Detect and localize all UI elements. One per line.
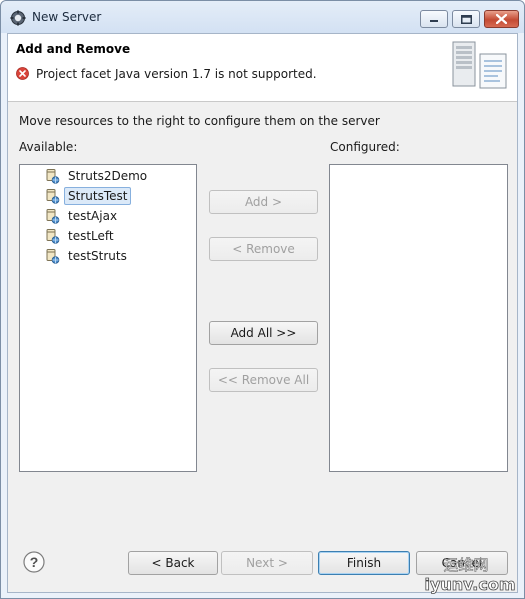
web-project-icon (44, 208, 60, 224)
web-project-icon (44, 188, 60, 204)
add-all-button[interactable]: Add All >> (209, 321, 318, 345)
finish-button[interactable]: Finish (318, 551, 410, 575)
web-project-icon (44, 168, 60, 184)
available-list[interactable]: Struts2Demo StrutsTest testAjax testLeft… (19, 164, 197, 472)
wizard-header: Add and Remove Project facet Java versio… (8, 34, 517, 102)
minimize-icon (429, 15, 439, 23)
project-label: StrutsTest (64, 187, 132, 205)
gear-icon (10, 10, 26, 26)
server-wizard-icon (451, 40, 509, 94)
project-label: testStruts (68, 249, 127, 263)
web-project-icon (44, 248, 60, 264)
error-icon (16, 67, 29, 80)
list-item[interactable]: StrutsTest (44, 187, 132, 205)
title-bar[interactable]: New Server (1, 1, 524, 33)
remove-all-button[interactable]: << Remove All (209, 368, 318, 392)
project-label: testAjax (68, 209, 118, 223)
site-watermark: 运维网 iyunv.com (424, 556, 516, 595)
back-button[interactable]: < Back (128, 551, 218, 575)
next-button[interactable]: Next > (221, 551, 313, 575)
configured-list[interactable] (329, 164, 508, 472)
svg-text:?: ? (30, 554, 39, 570)
error-message: Project facet Java version 1.7 is not su… (36, 67, 317, 81)
configured-label: Configured: (330, 140, 400, 154)
watermark-url: iyunv.com (424, 575, 515, 594)
maximize-button[interactable] (452, 10, 480, 28)
close-button[interactable] (484, 10, 519, 28)
project-label: Struts2Demo (68, 169, 148, 183)
help-icon[interactable]: ? (23, 551, 45, 573)
list-item[interactable]: testStruts (44, 247, 131, 265)
minimize-button[interactable] (420, 10, 448, 28)
window-title: New Server (32, 10, 102, 24)
project-label: testLeft (68, 229, 114, 243)
add-button[interactable]: Add > (209, 190, 318, 214)
new-server-window: New Server Add and Remove Project facet … (0, 0, 525, 599)
instructions-text: Move resources to the right to configure… (19, 114, 380, 128)
remove-button[interactable]: < Remove (209, 237, 318, 261)
web-project-icon (44, 228, 60, 244)
list-item[interactable]: Struts2Demo (44, 167, 151, 185)
maximize-icon (460, 14, 472, 24)
page-title: Add and Remove (16, 42, 131, 56)
wizard-client-area: Add and Remove Project facet Java versio… (7, 33, 518, 593)
watermark-cn: 运维网 (443, 556, 488, 574)
close-icon (496, 14, 507, 24)
list-item[interactable]: testAjax (44, 207, 121, 225)
list-item[interactable]: testLeft (44, 227, 118, 245)
available-label: Available: (19, 140, 78, 154)
